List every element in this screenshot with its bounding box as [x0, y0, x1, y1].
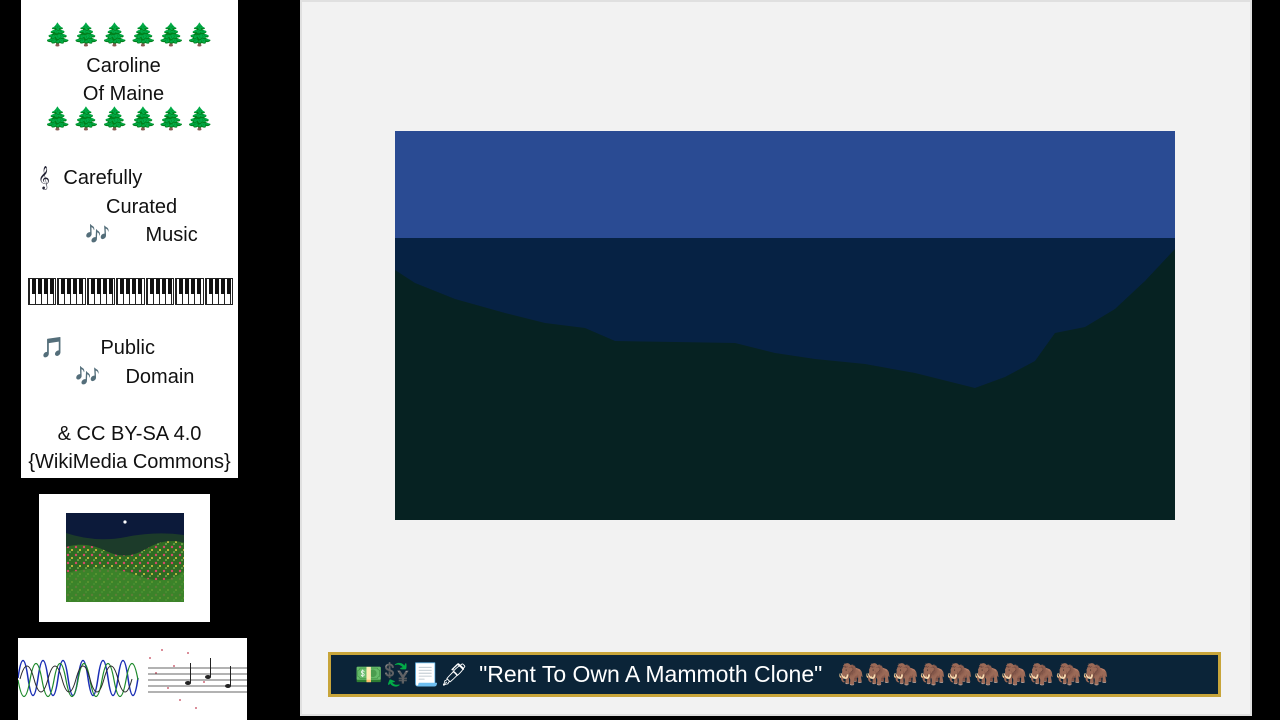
landscape-image [395, 131, 1175, 520]
info-card: 🌲🌲🌲🌲🌲🌲 Caroline Of Maine 🌲🌲🌲🌲🌲🌲 𝄞 Carefu… [21, 0, 238, 478]
carefully-text: Carefully [63, 167, 143, 189]
ticker-banner: 💵💱📃🖋 "Rent To Own A Mammoth Clone" 🦣🦣🦣🦣🦣… [328, 652, 1221, 697]
license-source-text: {WikiMedia Commons} [28, 451, 231, 473]
money-exchange-document-pen-icon: 💵💱📃🖋 [355, 661, 470, 687]
carefully-line: 𝄞 Carefully [38, 164, 142, 192]
tree-row-bottom: 🌲🌲🌲🌲🌲🌲 [44, 106, 215, 131]
notes-icon: 🎶 [85, 224, 110, 246]
domain-line: 🎶 Domain [75, 363, 194, 391]
tree-row-top: 🌲🌲🌲🌲🌲🌲 [44, 22, 215, 47]
ticker-title: "Rent To Own A Mammoth Clone" [479, 661, 823, 687]
public-line: 🎵 Public [40, 334, 155, 362]
main-panel: 💵💱📃🖋 "Rent To Own A Mammoth Clone" 🦣🦣🦣🦣🦣… [300, 0, 1252, 716]
public-text: Public [100, 337, 155, 359]
piano-keys-icon [28, 278, 234, 305]
curated-text: Curated [106, 196, 178, 218]
notes-icon: 🎶 [75, 366, 100, 388]
artist-name-line2: Of Maine [82, 83, 165, 105]
music-line: 🎶 Music [85, 221, 198, 249]
waveform-sheet-music-graphic [18, 638, 247, 720]
artwork-thumbnail [66, 513, 184, 602]
mammoth-icon: 🦣🦣🦣🦣🦣🦣🦣🦣🦣🦣 [838, 662, 1110, 686]
artist-name-line1: Caroline [86, 55, 161, 77]
license-text: & CC BY-SA 4.0 [57, 423, 202, 445]
artwork-thumbnail-frame [39, 494, 210, 622]
note-icon: 🎵 [40, 337, 65, 359]
music-text: Music [145, 224, 198, 246]
treble-clef-icon: 𝄞 [38, 167, 50, 189]
domain-text: Domain [125, 366, 195, 388]
